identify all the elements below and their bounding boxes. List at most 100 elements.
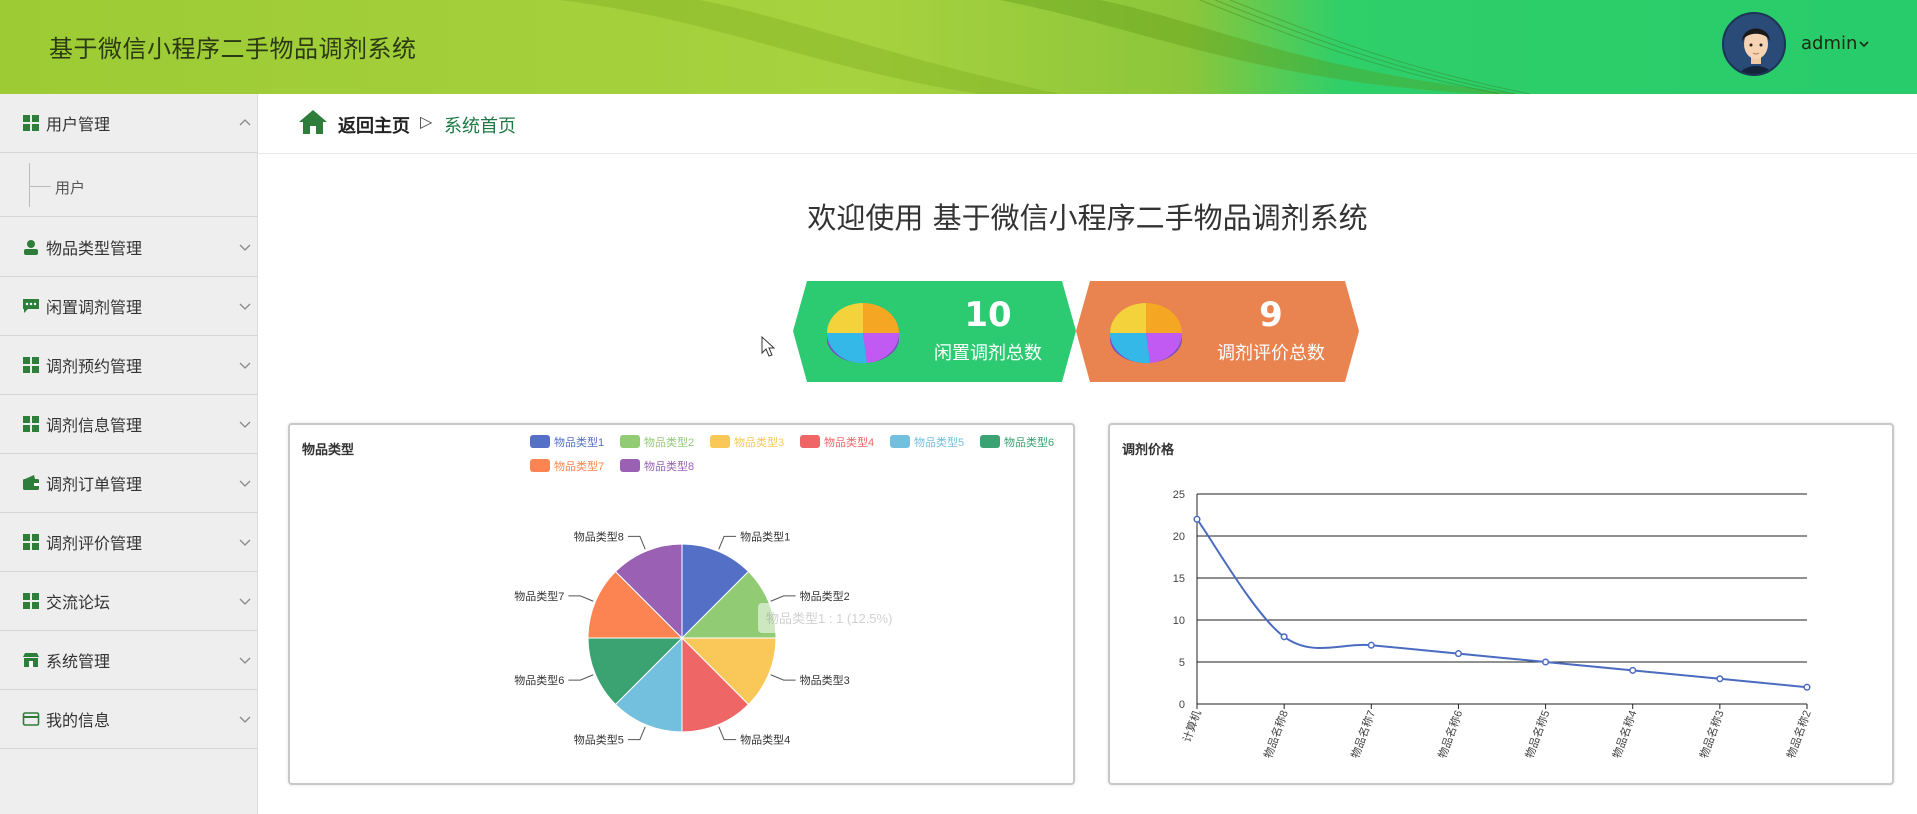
pie-slice-label: 物品类型8 (574, 529, 624, 543)
grid-icon (20, 531, 42, 553)
legend-label: 物品类型1 (554, 435, 604, 449)
sidebar-item-label: 调剂信息管理 (46, 416, 143, 435)
chevron-down-icon (239, 539, 251, 546)
data-point (1803, 683, 1811, 691)
pie-slice-label: 物品类型2 (800, 589, 850, 603)
user-name[interactable]: admin (1801, 33, 1857, 54)
stat-card-idle-exchange[interactable]: 10 闲置调剂总数 (793, 281, 1076, 382)
tooltip-text: 物品类型1 : 1 (12.5%) (766, 611, 892, 626)
sidebar-subitem-user[interactable]: 用户 (55, 177, 85, 198)
legend-swatch (620, 459, 640, 472)
sidebar-item-idle-exchange-management[interactable]: 闲置调剂管理 (0, 277, 258, 336)
sidebar-item-label: 系统管理 (46, 652, 111, 671)
legend-swatch (980, 435, 1000, 448)
data-point (1716, 675, 1724, 683)
legend-label: 物品类型3 (734, 435, 784, 449)
sidebar-item-label: 调剂评价管理 (46, 534, 143, 553)
tree-connector (29, 186, 51, 187)
wallet-icon (20, 472, 42, 494)
stat-label: 闲置调剂总数 (934, 343, 1042, 364)
grid-icon (20, 112, 42, 134)
data-point (1280, 633, 1288, 641)
pie-label-line (718, 726, 737, 741)
data-point (1193, 515, 1201, 523)
sidebar-item-user-management[interactable]: 用户管理 (0, 94, 258, 153)
pie-label-line (568, 674, 594, 681)
sidebar-item-my-info[interactable]: 我的信息 (0, 690, 258, 749)
sidebar-item-reservation-management[interactable]: 调剂预约管理 (0, 336, 258, 395)
sidebar-item-label: 调剂预约管理 (46, 357, 143, 376)
pie-slice-label: 物品类型7 (514, 589, 564, 603)
legend-label: 物品类型7 (554, 459, 604, 473)
legend-label: 物品类型8 (644, 459, 694, 473)
legend-swatch (710, 435, 730, 448)
pie-slice-label: 物品类型5 (574, 733, 624, 747)
store-icon (20, 649, 42, 671)
sidebar-item-order-management[interactable]: 调剂订单管理 (0, 454, 258, 513)
y-tick-label: 10 (1173, 615, 1185, 627)
data-point (1454, 650, 1462, 658)
pie-label-line (568, 595, 594, 602)
grid-icon (20, 590, 42, 612)
sidebar: 用户管理 用户 物品类型管理 闲置调剂管理 调剂预约管理 调剂信息管理 调剂订单… (0, 94, 258, 814)
submenu-user-management: 用户 (0, 153, 258, 217)
chevron-down-icon (239, 362, 251, 369)
sidebar-item-label: 物品类型管理 (46, 239, 143, 258)
home-icon[interactable] (298, 108, 328, 136)
sidebar-item-label: 交流论坛 (46, 593, 111, 612)
chat-icon (20, 295, 42, 317)
sidebar-item-label: 调剂订单管理 (46, 475, 143, 494)
y-tick-label: 5 (1179, 657, 1185, 669)
price-chart-panel: 调剂价格 0 5 10 15 20 25 计算机 物品名称8 物品名称7 物品名称6 物品名称5 物品… (1108, 423, 1894, 785)
stat-value: 10 (964, 295, 1012, 335)
top-header: 基于微信小程序二手物品调剂系统 admin (0, 0, 1917, 94)
chevron-down-icon (239, 303, 251, 310)
tree-line (29, 163, 30, 207)
x-tick-label: 物品名称8 (1261, 708, 1291, 760)
pie-label-line (627, 535, 646, 550)
sidebar-item-label: 闲置调剂管理 (46, 298, 143, 317)
sidebar-item-label: 我的信息 (46, 711, 111, 730)
sidebar-item-item-type-management[interactable]: 物品类型管理 (0, 218, 258, 277)
breadcrumb-home-link[interactable]: 返回主页 (338, 112, 410, 138)
breadcrumb: 返回主页 ▷ 系统首页 (258, 94, 1917, 154)
line-chart[interactable]: 0 5 10 15 20 25 计算机 物品名称8 物品名称7 物品名称6 物品名称5 物品名称4 物品… (1110, 425, 1892, 783)
pie-chart[interactable]: 物品类型1 物品类型2 物品类型3 物品类型4 物品类型5 物品类型6 物品类型7 物品类型8… (290, 425, 1073, 783)
data-point (1367, 641, 1375, 649)
stat-value: 9 (1259, 295, 1283, 335)
legend-label: 物品类型4 (824, 435, 874, 449)
chevron-down-icon (239, 480, 251, 487)
x-tick-label: 物品名称6 (1435, 708, 1465, 760)
x-tick-label: 物品名称3 (1696, 708, 1726, 760)
data-point (1629, 666, 1637, 674)
chevron-down-icon[interactable] (1858, 38, 1870, 50)
x-tick-label: 物品名称5 (1522, 708, 1552, 760)
sidebar-item-forum[interactable]: 交流论坛 (0, 572, 258, 631)
pie-chart-icon (1109, 303, 1183, 364)
pie-label-line (627, 726, 646, 741)
pie-slice-label: 物品类型6 (514, 673, 564, 687)
user-avatar[interactable] (1722, 12, 1786, 76)
chevron-down-icon (239, 244, 251, 251)
mouse-cursor-icon (761, 336, 775, 357)
sidebar-item-system-management[interactable]: 系统管理 (0, 631, 258, 690)
grid-icon (20, 354, 42, 376)
stat-card-review[interactable]: 9 调剂评价总数 (1076, 281, 1359, 382)
stat-label: 调剂评价总数 (1217, 343, 1325, 364)
sidebar-item-review-management[interactable]: 调剂评价管理 (0, 513, 258, 572)
x-tick-label: 计算机 (1179, 708, 1203, 744)
sidebar-item-label: 用户管理 (46, 115, 111, 134)
breadcrumb-separator: ▷ (420, 112, 433, 131)
chevron-up-icon (239, 119, 251, 126)
y-tick-label: 0 (1179, 699, 1185, 711)
pie-label-line (770, 595, 796, 602)
pie-label-line (718, 535, 737, 550)
pie-label-line (770, 674, 796, 681)
legend-swatch (800, 435, 820, 448)
chevron-down-icon (239, 421, 251, 428)
app-title: 基于微信小程序二手物品调剂系统 (49, 35, 417, 63)
sidebar-item-exchange-info-management[interactable]: 调剂信息管理 (0, 395, 258, 454)
pie-slice-label: 物品类型1 (740, 529, 790, 543)
x-tick-label: 物品名称2 (1784, 708, 1814, 760)
y-tick-label: 15 (1173, 573, 1185, 585)
